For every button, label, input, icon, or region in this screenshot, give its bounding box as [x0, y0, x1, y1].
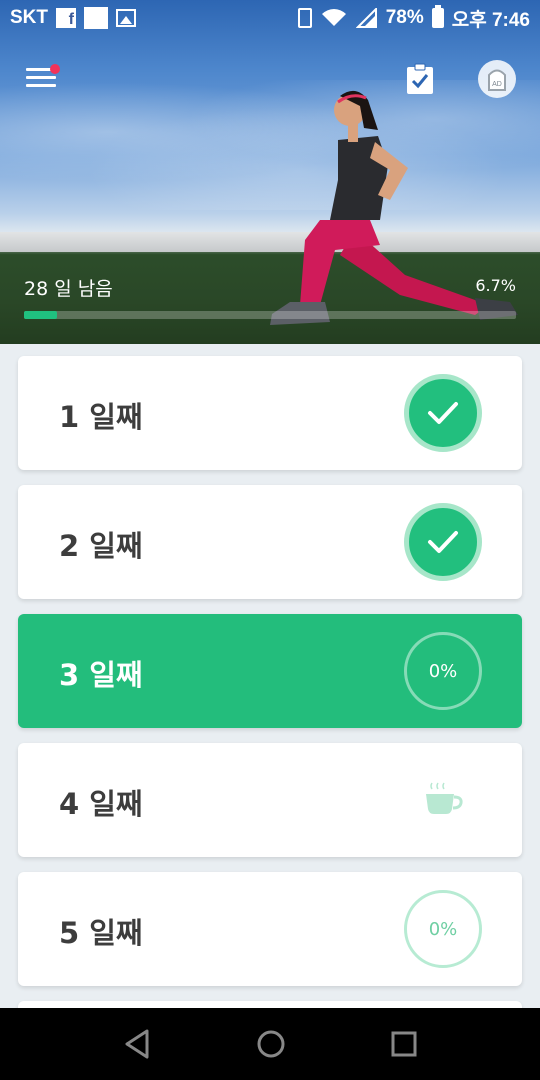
- navigation-bar: [0, 1008, 540, 1080]
- progress-bar: [24, 311, 516, 319]
- athlete-lunge-image: [270, 90, 518, 325]
- remove-ads-icon: AD: [488, 69, 506, 91]
- day-label: 3 일째: [59, 658, 143, 692]
- day-list[interactable]: 1 일째 2 일째 3 일째 0% 4 일째 5 일째 0%: [0, 344, 540, 1008]
- day-card-current[interactable]: 3 일째 0%: [18, 614, 522, 728]
- notification-dot: [50, 64, 60, 74]
- day-card-rest[interactable]: 4 일째: [18, 743, 522, 857]
- day-label: 4 일째: [59, 787, 143, 821]
- clipboard-check-icon[interactable]: [406, 63, 434, 95]
- coffee-cup-icon: [426, 782, 463, 814]
- day-label: 2 일째: [59, 529, 143, 563]
- checkmark-icon: [428, 402, 458, 424]
- day-card[interactable]: 5 일째 0%: [18, 872, 522, 986]
- day-label: 5 일째: [59, 916, 143, 950]
- day-label: 1 일째: [59, 400, 143, 434]
- day-progress-percent: 0%: [428, 918, 458, 940]
- day-complete-badge: [404, 374, 482, 452]
- recents-button[interactable]: [390, 1030, 418, 1058]
- status-bar: SKT f 78% 오후 7:46: [0, 0, 540, 36]
- gallery-notification-icon: [116, 9, 136, 27]
- days-remaining: 28 일 남음: [24, 278, 113, 300]
- day-card[interactable]: 2 일째: [18, 485, 522, 599]
- back-button[interactable]: [122, 1028, 152, 1060]
- progress-bar-fill: [24, 311, 57, 319]
- day-progress-ring: 0%: [404, 890, 482, 968]
- day-progress-ring: 0%: [404, 632, 482, 710]
- facebook-notification-icon: f: [56, 8, 76, 28]
- checkmark-icon: [428, 531, 458, 553]
- day-card[interactable]: [18, 1001, 522, 1008]
- battery-icon: [431, 5, 444, 28]
- hero-header: AD 28 일 남음 6.7%: [0, 0, 540, 344]
- progress-percent: 6.7%: [475, 276, 516, 295]
- remove-ads-button[interactable]: AD: [478, 60, 516, 98]
- signal-icon: [355, 8, 377, 28]
- carrier-label: SKT: [10, 7, 48, 28]
- battery-percent: 78%: [385, 7, 424, 28]
- menu-button[interactable]: [26, 64, 60, 90]
- vibrate-icon: [297, 8, 312, 28]
- home-button[interactable]: [256, 1029, 286, 1059]
- day-progress-percent: 0%: [428, 660, 458, 682]
- day-complete-badge: [404, 503, 482, 581]
- clock: 오후 7:46: [451, 9, 530, 31]
- svg-text:AD: AD: [492, 81, 502, 88]
- wifi-icon: [321, 9, 346, 26]
- notification-icon: [84, 7, 108, 29]
- day-card[interactable]: 1 일째: [18, 356, 522, 470]
